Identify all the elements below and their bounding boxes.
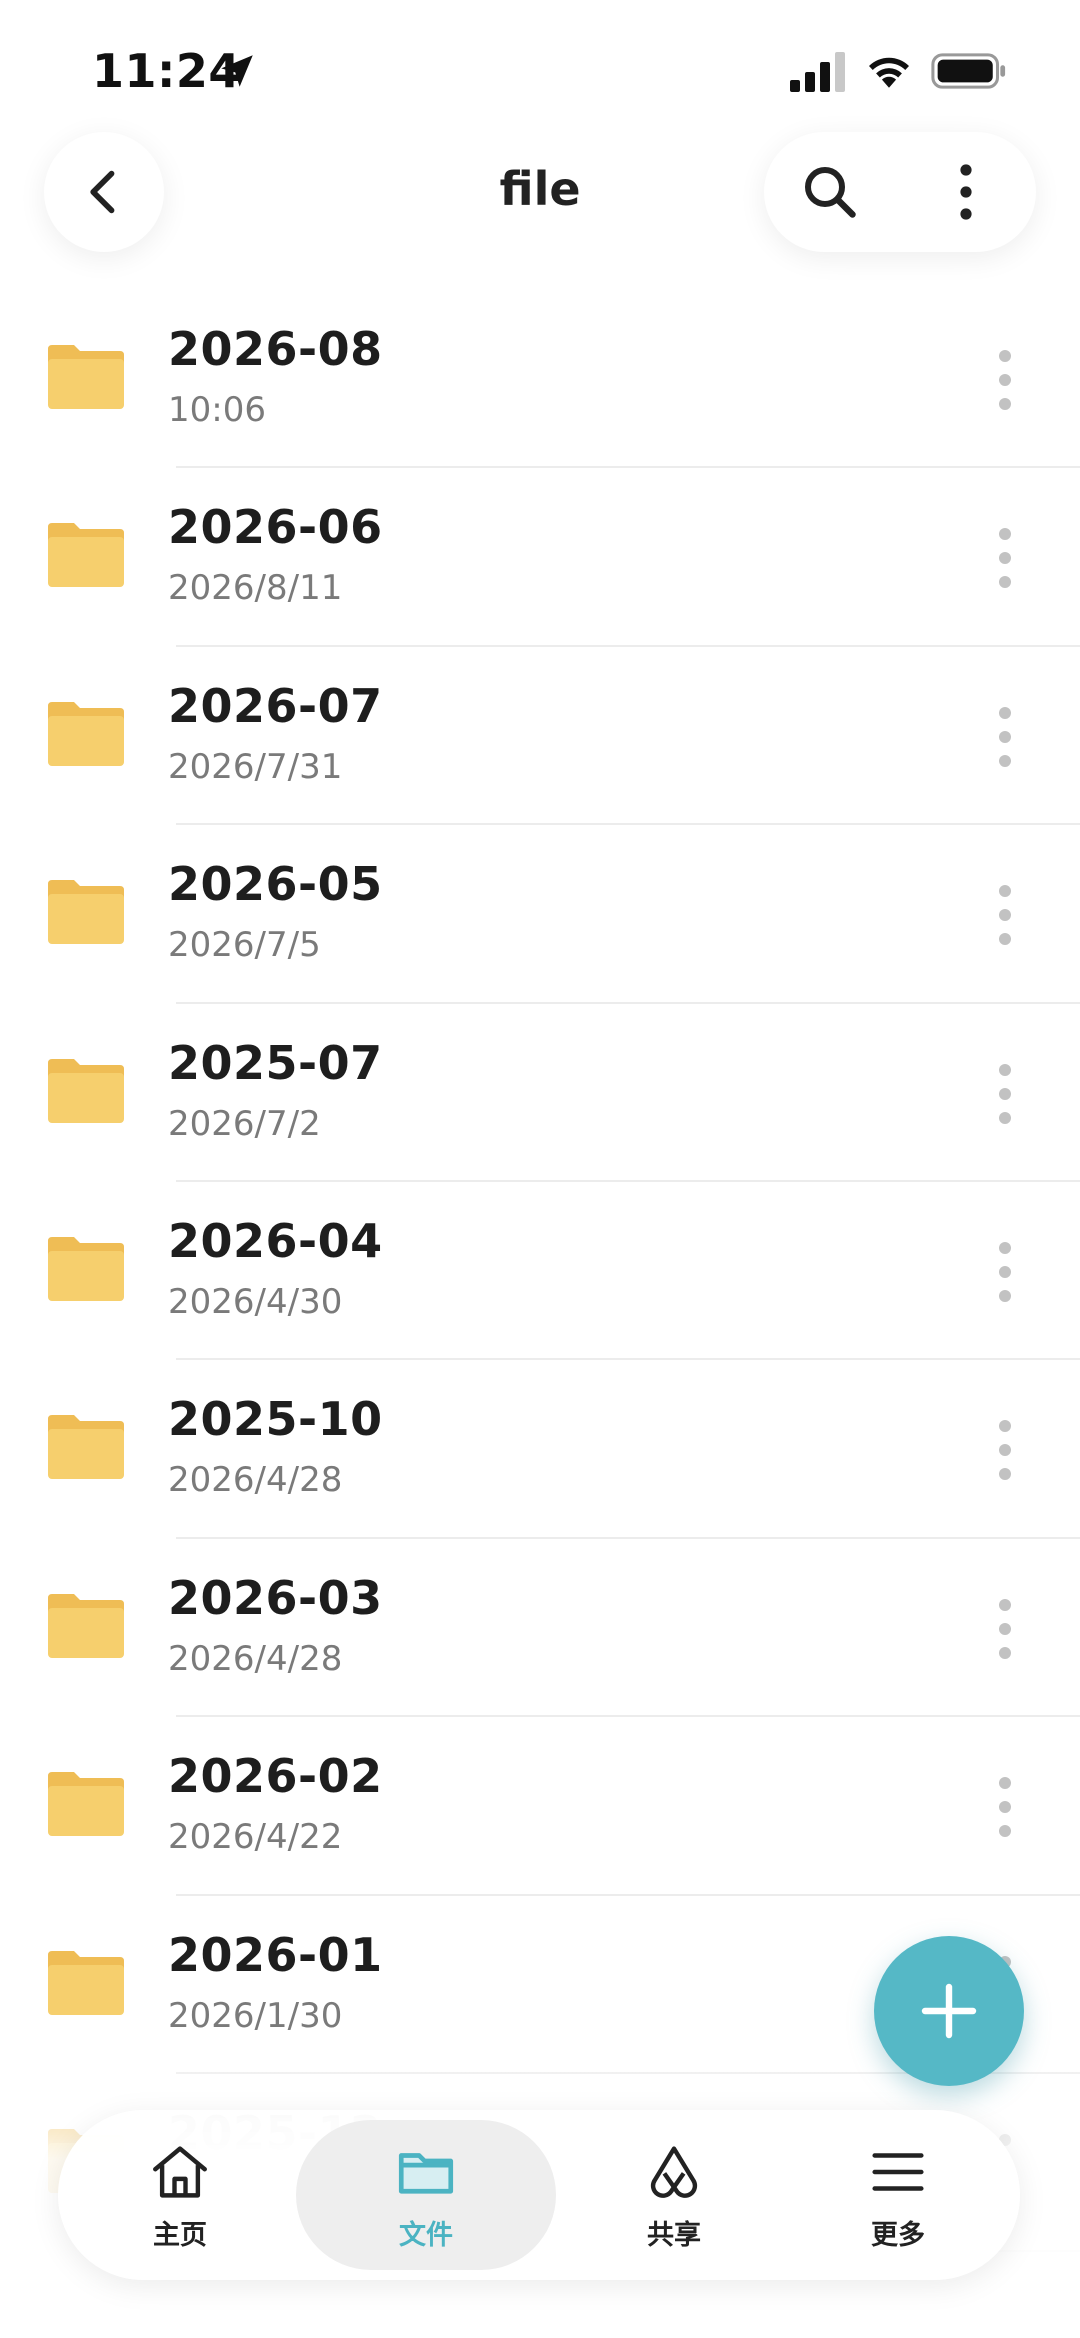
file-name: 2026-04 <box>168 1213 383 1268</box>
file-name: 2026-06 <box>168 500 383 555</box>
folder-icon <box>398 2152 454 2194</box>
list-item[interactable]: 2025-07 2026/7/2 <box>0 1004 1080 1182</box>
list-item[interactable]: 2026-02 2026/4/22 <box>0 1717 1080 1896</box>
folder-icon <box>48 523 124 588</box>
file-date: 2026/4/22 <box>168 1817 343 1858</box>
more-vertical-icon <box>999 350 1011 410</box>
list-item[interactable]: 2026-03 2026/4/28 <box>0 1539 1080 1718</box>
more-vertical-icon <box>999 1598 1011 1659</box>
file-date: 2026/7/2 <box>168 1103 321 1144</box>
file-date: 2026/7/5 <box>168 925 321 966</box>
row-more-button[interactable] <box>980 1767 1030 1847</box>
row-more-button[interactable] <box>980 697 1030 777</box>
nav-item-more[interactable]: 更多 <box>778 2110 1018 2280</box>
list-item[interactable]: 2025-10 2026/4/28 <box>0 1360 1080 1539</box>
row-more-button[interactable] <box>980 1410 1030 1490</box>
nav-item-share[interactable]: 共享 <box>554 2110 794 2280</box>
file-name: 2026-07 <box>168 678 383 733</box>
file-date: 2026/1/30 <box>168 1995 343 2036</box>
add-button[interactable] <box>874 1936 1024 2086</box>
battery-icon <box>931 53 1006 89</box>
list-item[interactable]: 2026-05 2026/7/5 <box>0 825 1080 1004</box>
file-name: 2026-08 <box>168 322 383 376</box>
nav-item-files[interactable]: 文件 <box>296 2120 556 2270</box>
folder-icon <box>48 1236 124 1301</box>
list-item[interactable]: 2026-08 10:06 <box>0 290 1080 469</box>
file-date: 2026/4/30 <box>168 1281 343 1322</box>
share-icon <box>650 2145 698 2198</box>
file-name: 2025-10 <box>168 1392 383 1447</box>
folder-icon <box>48 1772 124 1837</box>
file-name: 2026-03 <box>168 1570 383 1625</box>
more-vertical-icon <box>999 1063 1011 1124</box>
list-item[interactable]: 2026-06 2026/8/11 <box>0 468 1080 647</box>
location-arrow-icon <box>221 55 253 87</box>
chevron-left-icon <box>90 170 115 214</box>
wifi-icon <box>869 57 909 88</box>
more-vertical-icon <box>999 885 1011 946</box>
list-item[interactable]: 2026-04 2026/4/30 <box>0 1182 1080 1361</box>
file-date: 2026/4/28 <box>168 1638 343 1679</box>
nav-label-more: 更多 <box>871 2219 925 2251</box>
file-name: 2025-07 <box>168 1035 383 1090</box>
cellular-signal-icon <box>790 52 845 92</box>
file-date: 10:06 <box>168 390 266 430</box>
more-vertical-icon <box>999 706 1011 767</box>
plus-icon <box>921 1983 977 2039</box>
screen: 11:24 file 2026-08 10:06 2026-06 2026/8/… <box>0 0 1080 2338</box>
file-name: 2026-01 <box>168 1927 383 1982</box>
folder-icon <box>48 701 124 766</box>
nav-label-files: 文件 <box>399 2219 453 2251</box>
folder-icon <box>48 1058 124 1123</box>
more-vertical-icon <box>999 1241 1011 1302</box>
file-name: 2026-02 <box>168 1749 383 1804</box>
more-vertical-icon <box>999 528 1011 589</box>
list-item[interactable]: 2026-07 2026/7/31 <box>0 647 1080 826</box>
menu-icon <box>872 2152 924 2191</box>
row-more-button[interactable] <box>980 875 1030 955</box>
header-actions <box>764 132 1036 252</box>
search-button[interactable] <box>794 156 866 228</box>
page-title: file <box>499 162 581 216</box>
folder-icon <box>48 345 124 409</box>
folder-icon <box>48 1593 124 1658</box>
nav-label-share: 共享 <box>647 2219 701 2251</box>
file-date: 2026/4/28 <box>168 1460 343 1501</box>
row-more-button[interactable] <box>980 1589 1030 1669</box>
more-vertical-icon <box>999 1777 1011 1838</box>
nav-item-home[interactable]: 主页 <box>60 2110 300 2280</box>
back-button[interactable] <box>44 132 164 252</box>
row-more-button[interactable] <box>980 518 1030 598</box>
home-icon <box>153 2145 207 2198</box>
row-more-button[interactable] <box>980 1054 1030 1134</box>
bottom-nav: 主页 文件 共享 更多 <box>58 2110 1020 2280</box>
more-options-button[interactable] <box>930 156 1002 228</box>
status-bar: 11:24 <box>0 0 1080 130</box>
file-date: 2026/7/31 <box>168 746 343 787</box>
more-vertical-icon <box>999 1420 1011 1481</box>
folder-icon <box>48 880 124 945</box>
row-more-button[interactable] <box>980 1232 1030 1312</box>
file-date: 2026/8/11 <box>168 568 343 609</box>
more-vertical-icon <box>960 164 972 220</box>
search-icon <box>804 166 856 218</box>
nav-label-home: 主页 <box>153 2219 207 2251</box>
folder-icon <box>48 1415 124 1480</box>
folder-icon <box>48 1950 124 2015</box>
row-more-button[interactable] <box>980 340 1030 420</box>
file-name: 2026-05 <box>168 857 383 912</box>
